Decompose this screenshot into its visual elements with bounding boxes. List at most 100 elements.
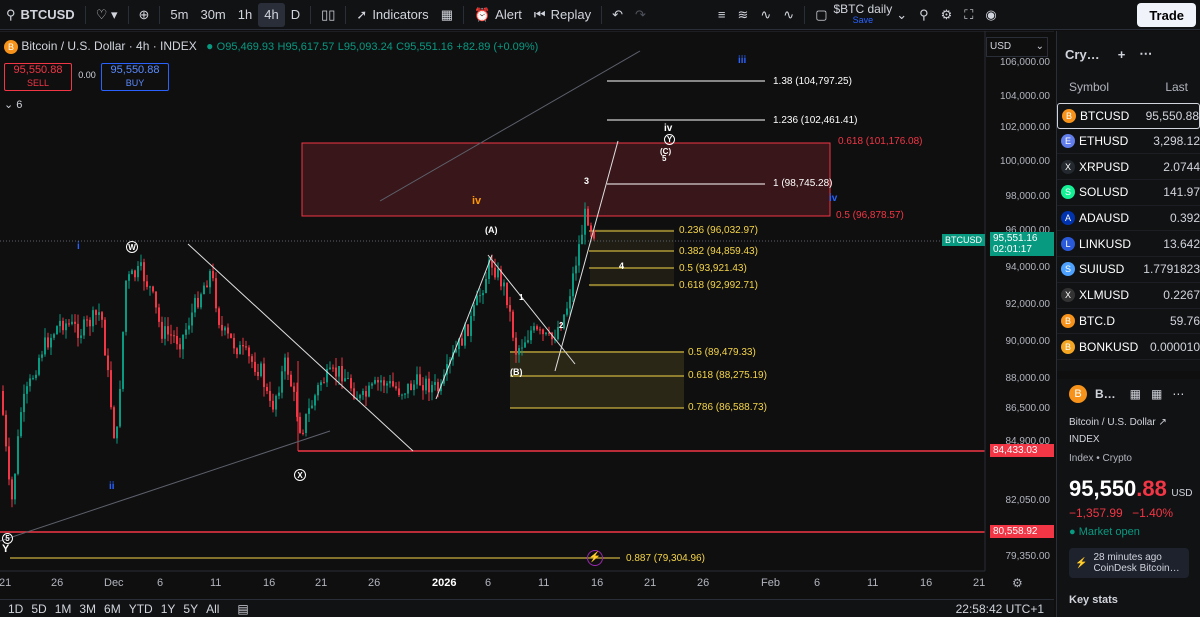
fib-tool-icon[interactable]: ≡ bbox=[712, 0, 732, 30]
range-6m[interactable]: 6M bbox=[100, 602, 125, 616]
candle-body bbox=[248, 347, 250, 357]
divider bbox=[310, 5, 312, 24]
layout-button[interactable]: ▢ $BTC daily Save ⌄ bbox=[809, 0, 913, 30]
clock-label[interactable]: 22:58:42 UTC+1 bbox=[952, 602, 1048, 616]
news-card[interactable]: ⚡ 28 minutes ago CoinDesk Bitcoin… bbox=[1069, 548, 1189, 578]
fib-label: 0.382 (94,859.43) bbox=[679, 246, 758, 257]
watchlist-row[interactable]: X XLMUSD 0.2267 bbox=[1057, 283, 1200, 309]
settings-gear-icon[interactable]: ⚙ bbox=[935, 0, 959, 30]
wave-label: Y bbox=[2, 543, 10, 555]
range-1y[interactable]: 1Y bbox=[157, 602, 180, 616]
abcd-pattern-icon[interactable]: ∿ bbox=[777, 0, 800, 30]
price-axis-label: 90,000.00 bbox=[1005, 336, 1051, 347]
watchlist-title[interactable]: Cry… bbox=[1065, 47, 1100, 62]
expand-icon[interactable]: ▦ bbox=[1151, 387, 1162, 401]
watchlist-row[interactable]: B BONKUSD 0.000010 bbox=[1057, 334, 1200, 360]
elliott-wave-icon[interactable]: ∿ bbox=[754, 0, 777, 30]
candle-body bbox=[515, 337, 517, 355]
watchlist-row[interactable]: E ETHUSD 3,298.12 bbox=[1057, 129, 1200, 155]
interval-5m[interactable]: 5m bbox=[164, 0, 194, 30]
watchlist-row[interactable]: S SUIUSD 1.7791823 bbox=[1057, 257, 1200, 283]
candle-body bbox=[266, 387, 268, 391]
external-link-icon[interactable]: ↗ bbox=[1158, 417, 1166, 428]
undo-icon[interactable]: ↶ bbox=[606, 0, 629, 30]
interval-30m[interactable]: 30m bbox=[194, 0, 231, 30]
candle-body bbox=[365, 391, 367, 397]
watchlist-row[interactable]: L LINKUSD 13.642 bbox=[1057, 231, 1200, 258]
candle-body bbox=[8, 446, 10, 480]
watchlist-row[interactable]: S SOLUSD 141.97 bbox=[1057, 180, 1200, 206]
camera-icon[interactable]: ◉ bbox=[979, 0, 1002, 30]
candle-body bbox=[164, 326, 166, 339]
replay-label: Replay bbox=[550, 7, 592, 22]
watchlist-heart-icon[interactable]: ♡ ▾ bbox=[90, 0, 124, 30]
axis-settings-icon[interactable]: ⚙ bbox=[1012, 576, 1023, 590]
candle-body bbox=[485, 278, 487, 294]
range-all[interactable]: All bbox=[202, 602, 223, 616]
chart-canvas[interactable] bbox=[0, 31, 1054, 599]
more-icon[interactable]: ⋯ bbox=[1172, 387, 1184, 401]
candle-body bbox=[536, 326, 538, 330]
price-axis-label: 88,000.00 bbox=[1005, 373, 1051, 384]
range-5d[interactable]: 5D bbox=[27, 602, 50, 616]
time-axis-label: 26 bbox=[51, 577, 64, 589]
replay-button[interactable]: ⏮ Replay bbox=[528, 0, 597, 30]
candle-body bbox=[200, 294, 202, 308]
range-ytd[interactable]: YTD bbox=[125, 602, 157, 616]
quick-search-icon[interactable]: ⚲ bbox=[913, 0, 935, 30]
indicators-icon: ➚ bbox=[356, 6, 368, 22]
candle-body bbox=[590, 225, 592, 231]
right-panel: Cry… + ⋯ Symbol Last B BTCUSD 95,550.88 E ET… bbox=[1056, 31, 1200, 617]
sell-label: SELL bbox=[26, 78, 50, 88]
bottom-toolbar: 1D 5D 1M 3M 6M YTD 1Y 5Y All ▤ 22:58:42 … bbox=[0, 599, 1054, 617]
symbol-search[interactable]: ⚲ BTCUSD bbox=[0, 0, 81, 30]
compare-add-icon[interactable]: ⊕ bbox=[133, 0, 156, 30]
candle-body bbox=[251, 356, 253, 362]
interval-4h[interactable]: 4h bbox=[258, 2, 285, 27]
candle-body bbox=[545, 332, 547, 335]
candle-body bbox=[395, 386, 397, 389]
redo-icon[interactable]: ↷ bbox=[629, 0, 652, 30]
watchlist-row[interactable]: B BTC.D 59.76 bbox=[1057, 309, 1200, 335]
watchlist-row[interactable]: B BTCUSD 95,550.88 bbox=[1057, 103, 1200, 129]
watchlist-symbol: ADAUSD bbox=[1079, 211, 1130, 226]
pitchfork-tool-icon[interactable]: ≋ bbox=[731, 0, 754, 30]
column-last[interactable]: Last bbox=[1165, 80, 1188, 94]
alert-button[interactable]: ⏰ Alert bbox=[468, 0, 528, 30]
grid-icon[interactable]: ▦ bbox=[1130, 387, 1141, 401]
indicators-button[interactable]: ➚ Indicators bbox=[350, 0, 434, 30]
candle-body bbox=[119, 388, 121, 427]
divider bbox=[601, 5, 603, 24]
wave-label: 2 bbox=[559, 321, 564, 330]
trade-button[interactable]: Trade bbox=[1137, 3, 1196, 27]
watchlist-row[interactable]: A ADAUSD 0.392 bbox=[1057, 206, 1200, 232]
more-icon[interactable]: ⋯ bbox=[1139, 46, 1152, 62]
interval-d[interactable]: D bbox=[285, 0, 306, 30]
add-symbol-icon[interactable]: + bbox=[1118, 47, 1126, 62]
templates-icon[interactable]: ▦ bbox=[435, 0, 459, 30]
candles-icon[interactable]: ▯▯ bbox=[315, 0, 341, 30]
candle-body bbox=[272, 400, 274, 410]
column-symbol[interactable]: Symbol bbox=[1069, 80, 1109, 94]
candle-body bbox=[434, 382, 436, 385]
wave-label: 5 bbox=[662, 154, 667, 163]
range-5y[interactable]: 5Y bbox=[179, 602, 202, 616]
lightning-event-icon[interactable]: ⚡ bbox=[587, 550, 603, 566]
fullscreen-icon[interactable]: ⛶ bbox=[958, 0, 979, 30]
candle-body bbox=[206, 285, 208, 288]
currency-select[interactable]: USD ⌄ bbox=[986, 37, 1048, 57]
indicators-toggle[interactable]: ⌄ 6 bbox=[4, 98, 22, 111]
current-price-tag: 95,551.16 02:01:17 bbox=[990, 232, 1054, 256]
time-axis-label: 21 bbox=[315, 577, 328, 589]
interval-1h[interactable]: 1h bbox=[232, 0, 258, 30]
sell-button[interactable]: 95,550.88 SELL bbox=[4, 63, 72, 91]
range-3m[interactable]: 3M bbox=[75, 602, 100, 616]
candle-body bbox=[80, 335, 82, 338]
range-1d[interactable]: 1D bbox=[4, 602, 27, 616]
range-1m[interactable]: 1M bbox=[51, 602, 76, 616]
market-status-dot: ● bbox=[206, 39, 214, 53]
calendar-icon[interactable]: ▤ bbox=[233, 602, 252, 616]
chart-pane[interactable]: B Bitcoin / U.S. Dollar · 4h · INDEX ● O… bbox=[0, 31, 1054, 599]
watchlist-row[interactable]: X XRPUSD 2.0744 bbox=[1057, 154, 1200, 181]
buy-button[interactable]: 95,550.88 BUY bbox=[101, 63, 169, 91]
